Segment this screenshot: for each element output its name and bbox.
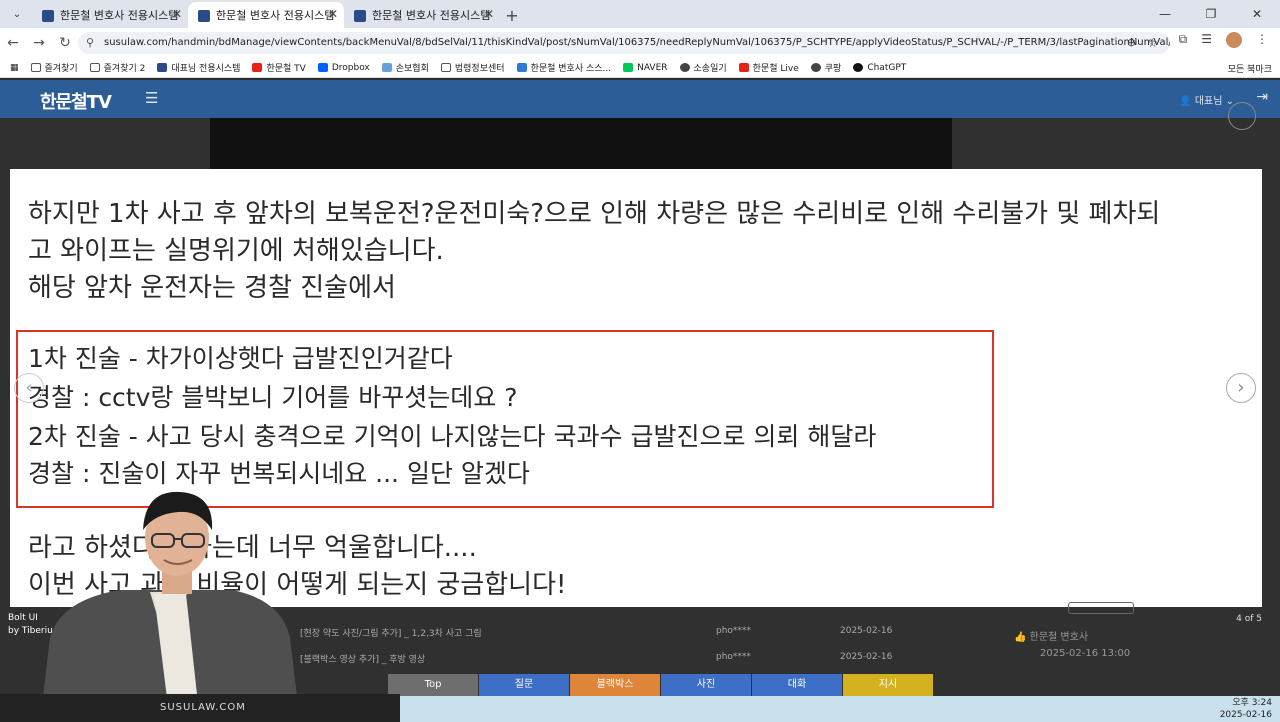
- next-slide-icon[interactable]: ›: [1226, 373, 1256, 403]
- tab-label: 한문철 변호사 전용시스템: [60, 9, 179, 22]
- tab-label: 한문철 변호사 전용시스템: [372, 9, 491, 22]
- logout-icon[interactable]: ⇥: [1256, 89, 1268, 105]
- bookmarks-bar: ▦ 즐겨찾기 즐겨찾기 2 대표님 전용시스템 한문철 TV Dropbox 손…: [0, 58, 1280, 78]
- statement-line: 2차 진술 - 사고 당시 충격으로 기억이 나지않는다 국과수 급발진으로 의…: [28, 422, 877, 451]
- bookmark-item[interactable]: 한문철 Live: [738, 61, 799, 74]
- question-button[interactable]: 질문: [479, 674, 569, 696]
- circle-button-icon[interactable]: [1228, 102, 1256, 130]
- all-bookmarks-folder[interactable]: 모든 북마크: [1228, 62, 1272, 75]
- browser-tab-1[interactable]: 한문철 변호사 전용시스템 ✕: [32, 2, 188, 28]
- site-favicon-icon: [354, 10, 366, 22]
- site-icon: [157, 63, 168, 72]
- statement-line: 경찰 : 진술이 자꾸 번복되시네요 ... 일단 알겠다: [28, 459, 530, 488]
- slide-counter: 4 of 5: [1236, 614, 1262, 624]
- prev-slide-icon[interactable]: ‹: [14, 373, 44, 403]
- bookmark-item[interactable]: 소송일기: [679, 61, 727, 74]
- toolbar-right: ⧉ ☰ ⋮: [1179, 32, 1268, 48]
- site-icon: [516, 63, 527, 72]
- bookmark-item[interactable]: 법령정보센터: [440, 61, 505, 74]
- back-icon[interactable]: ←: [0, 35, 26, 51]
- bookmark-item[interactable]: 쿠팡: [810, 61, 841, 74]
- new-tab-button[interactable]: +: [500, 2, 524, 28]
- chat-button[interactable]: 대화: [752, 674, 842, 696]
- youtube-icon: [738, 63, 749, 72]
- post-text-line: 해당 앞차 운전자는 경찰 진술에서: [28, 273, 396, 303]
- close-icon[interactable]: ✕: [172, 7, 182, 21]
- presenter-image: [40, 491, 300, 722]
- post-text-line: 하지만 1차 사고 후 앞차의 보복운전?운전미숙?으로 인해 차량은 많은 수…: [28, 199, 1161, 229]
- browser-tab-bar: ⌄ 한문철 변호사 전용시스템 ✕ 한문철 변호사 전용시스템 ✕ 한문철 변호…: [0, 0, 1280, 28]
- browser-tab-3[interactable]: 한문철 변호사 전용시스템 ✕: [344, 2, 500, 28]
- close-icon[interactable]: ✕: [328, 7, 338, 21]
- minimize-icon[interactable]: —: [1142, 0, 1188, 28]
- url-field[interactable]: ⚲ susulaw.com/handmin/bdManage/viewConte…: [78, 32, 1170, 54]
- post-text-line: 고 와이프는 실명위기에 처해있습니다.: [28, 236, 444, 266]
- reading-list-icon[interactable]: ☰: [1201, 32, 1212, 48]
- bookmark-item[interactable]: 즐겨찾기: [30, 61, 78, 74]
- forward-icon[interactable]: →: [26, 35, 52, 51]
- bookmark-item[interactable]: 한문철 변호사 스스...: [516, 61, 611, 74]
- apps-icon[interactable]: ▦: [10, 63, 19, 73]
- statement-line: 경찰 : cctv랑 블박보니 기어를 바꾸셧는데요 ?: [28, 383, 518, 412]
- window-controls: — ❐ ✕: [1142, 0, 1280, 28]
- site-favicon-icon: [198, 10, 210, 22]
- chatgpt-icon: [853, 63, 864, 72]
- naver-icon: [623, 63, 634, 72]
- desk-logo-text: SUSULAW.COM: [160, 702, 246, 713]
- small-button[interactable]: [1068, 602, 1134, 614]
- bookmark-item[interactable]: 대표님 전용시스템: [157, 61, 240, 74]
- bookmark-star-icon[interactable]: ☆: [1147, 32, 1158, 54]
- statement-line: 1차 진술 - 차가이상햇다 급발진인거같다: [28, 344, 453, 373]
- bookmark-item[interactable]: ChatGPT: [853, 63, 906, 73]
- folder-icon: [89, 63, 100, 72]
- bookmark-item[interactable]: 손보협회: [381, 61, 429, 74]
- site-logo[interactable]: 한문철TV: [40, 88, 112, 114]
- youtube-icon: [252, 63, 263, 72]
- system-clock: 오후 3:24 2025-02-16: [1219, 698, 1272, 720]
- folder-icon: [30, 63, 41, 72]
- instruction-button[interactable]: 지시: [843, 674, 933, 696]
- folder-icon: [440, 63, 451, 72]
- more-menu-icon[interactable]: ⋮: [1256, 32, 1268, 48]
- photo-button[interactable]: 사진: [661, 674, 751, 696]
- screen: ⌄ 한문철 변호사 전용시스템 ✕ 한문철 변호사 전용시스템 ✕ 한문철 변호…: [0, 0, 1280, 722]
- reply-note: 👍 한문철 변호사 2025-02-16 13:00: [1014, 632, 1131, 659]
- extensions-icon[interactable]: ⧉: [1179, 32, 1188, 48]
- bookmark-item[interactable]: 즐겨찾기 2: [89, 61, 145, 74]
- jump-buttons: Top 질문 블랙박스 사진 대화 지시: [388, 674, 934, 696]
- user-menu[interactable]: 👤 대표님 ⌄: [1179, 92, 1234, 107]
- tab-search-icon[interactable]: ⌄: [4, 3, 30, 25]
- zoom-icon[interactable]: ⊕: [1127, 32, 1136, 54]
- site-icon: [381, 63, 392, 72]
- blackbox-button[interactable]: 블랙박스: [570, 674, 660, 696]
- close-icon[interactable]: ✕: [484, 7, 494, 21]
- close-window-icon[interactable]: ✕: [1234, 0, 1280, 28]
- top-button[interactable]: Top: [388, 674, 478, 696]
- video-thumbnail: [210, 118, 952, 170]
- hamburger-menu-icon[interactable]: ☰: [145, 89, 158, 107]
- dropbox-icon: [317, 63, 328, 72]
- tab-label: 한문철 변호사 전용시스템: [216, 9, 335, 22]
- restore-icon[interactable]: ❐: [1188, 0, 1234, 28]
- os-taskbar: [400, 696, 1280, 722]
- reload-icon[interactable]: ↻: [52, 35, 78, 51]
- site-favicon-icon: [42, 10, 54, 22]
- site-info-icon[interactable]: ⚲: [86, 32, 94, 54]
- url-text: susulaw.com/handmin/bdManage/viewContent…: [104, 37, 1170, 48]
- globe-icon: [679, 63, 690, 72]
- address-toolbar: ← → ↻ ⚲ susulaw.com/handmin/bdManage/vie…: [0, 28, 1280, 58]
- bookmark-item[interactable]: Dropbox: [317, 63, 370, 73]
- browser-tab-2[interactable]: 한문철 변호사 전용시스템 ✕: [188, 2, 344, 28]
- bookmark-item[interactable]: 한문철 TV: [252, 61, 306, 74]
- bookmark-item[interactable]: NAVER: [623, 63, 668, 73]
- profile-avatar-icon[interactable]: [1226, 32, 1242, 48]
- globe-icon: [810, 63, 821, 72]
- site-header: 한문철TV ☰ 👤 대표님 ⌄ ⇥: [0, 80, 1280, 118]
